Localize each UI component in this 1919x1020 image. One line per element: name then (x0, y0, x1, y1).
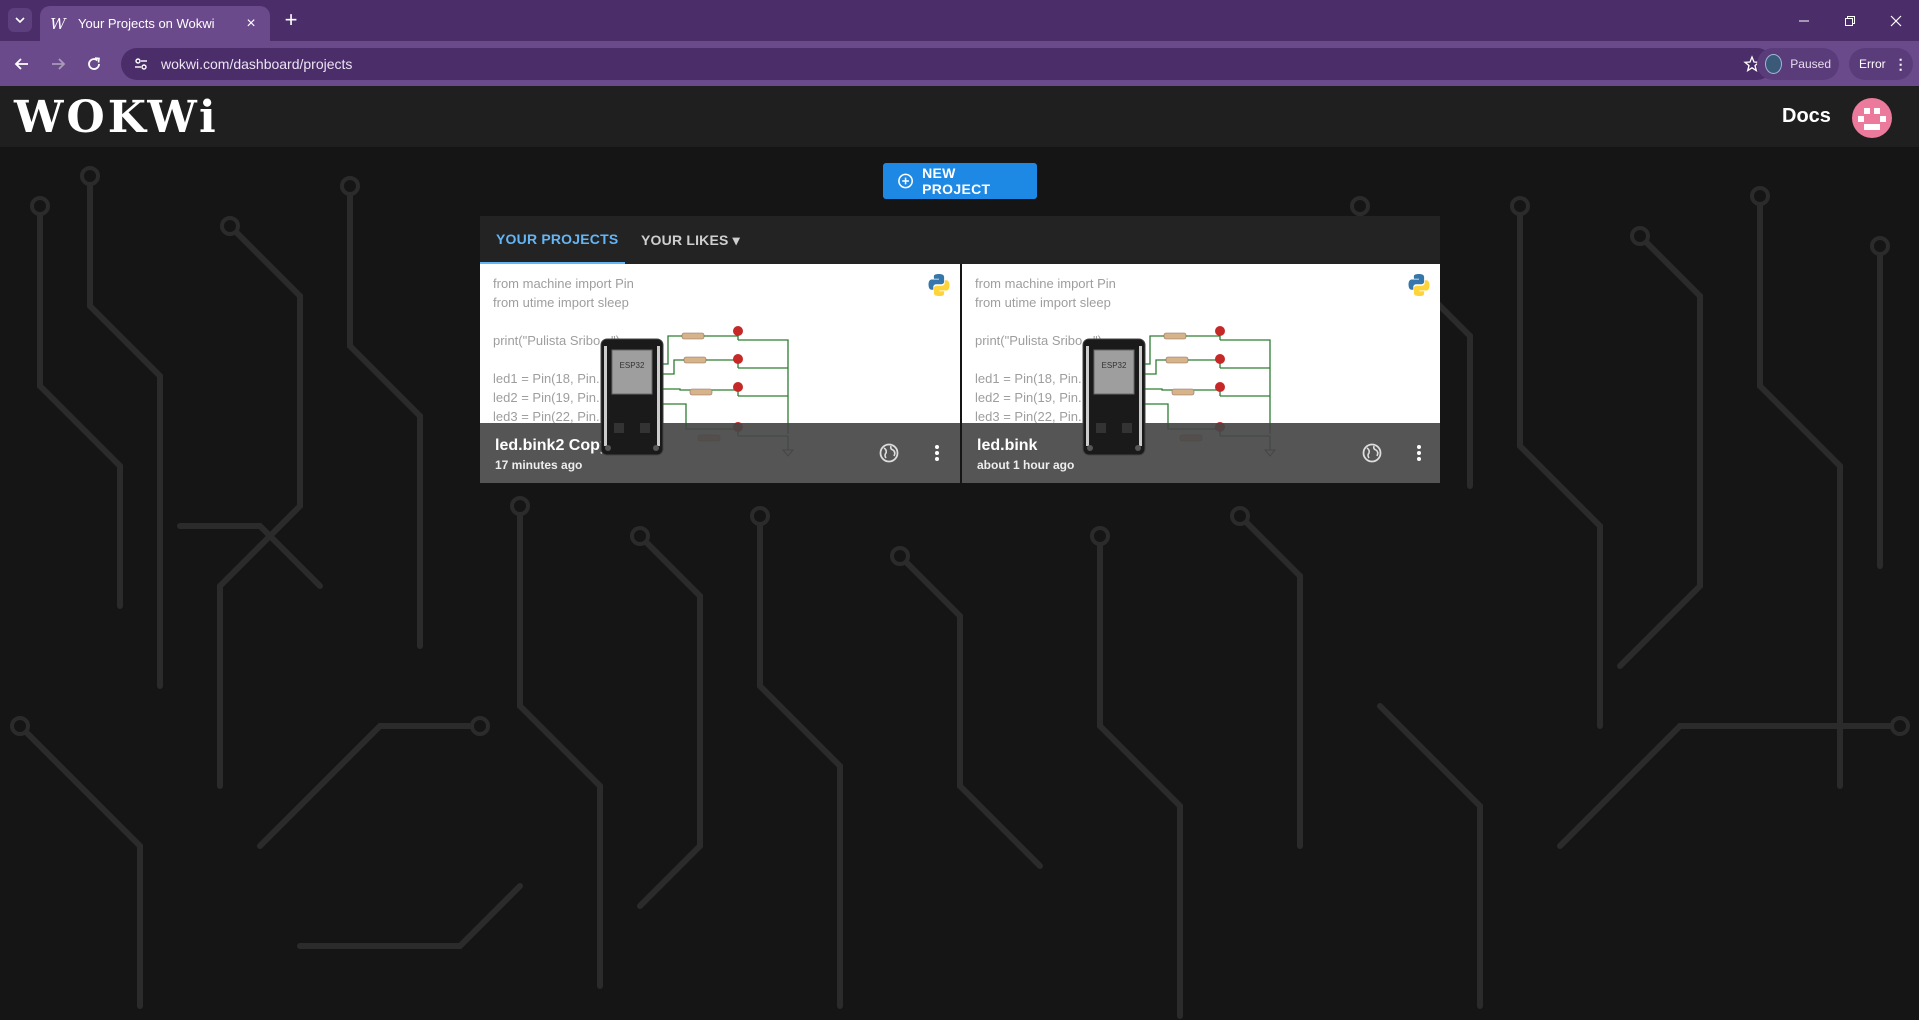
new-project-button[interactable]: NEW PROJECT (883, 163, 1037, 199)
globe-icon[interactable] (878, 442, 900, 464)
docs-link[interactable]: Docs (1782, 105, 1831, 128)
error-menu-button[interactable]: Error ⋮ (1849, 48, 1913, 80)
new-tab-button[interactable]: + (279, 8, 303, 32)
esp32-label: ESP32 (620, 361, 645, 370)
more-vert-icon: ⋮ (1893, 55, 1908, 72)
forward-button[interactable] (45, 51, 71, 77)
profile-status: Paused (1790, 57, 1831, 71)
project-updated-time: about 1 hour ago (977, 458, 1075, 472)
back-button[interactable] (9, 51, 35, 77)
address-bar[interactable]: wokwi.com/dashboard/projects (121, 48, 1773, 80)
project-title[interactable]: led.bink2 Copy (495, 437, 609, 455)
esp32-board-image: ESP32 (600, 338, 664, 456)
tab-your-projects[interactable]: YOUR PROJECTS (480, 216, 625, 264)
project-card[interactable]: from machine import Pin from utime impor… (962, 264, 1440, 483)
project-updated-time: 17 minutes ago (495, 458, 583, 472)
more-vert-icon[interactable] (926, 442, 948, 464)
esp32-label: ESP32 (1102, 361, 1127, 370)
browser-tab-strip: W Your Projects on Wokwi × + (0, 0, 1919, 41)
profile-button[interactable]: Paused (1757, 48, 1839, 80)
tab-title: Your Projects on Wokwi (78, 16, 215, 31)
chevron-down-icon (15, 17, 25, 24)
python-icon (1408, 274, 1430, 296)
site-header: WOKWi Docs (0, 86, 1919, 147)
card-footer: led.bink about 1 hour ago (962, 423, 1440, 483)
python-icon (928, 274, 950, 296)
esp32-board-image: ESP32 (1082, 338, 1146, 456)
user-avatar[interactable] (1852, 98, 1892, 138)
error-label: Error (1859, 57, 1886, 71)
new-project-label: NEW PROJECT (922, 165, 991, 197)
browser-tab[interactable]: W Your Projects on Wokwi × (40, 6, 270, 41)
close-window-button[interactable] (1873, 0, 1919, 41)
reload-icon (88, 57, 100, 70)
close-tab-icon[interactable]: × (242, 15, 260, 33)
page: WOKWi Docs NEW PROJECT YOUR PROJECTS YOU… (0, 86, 1919, 1020)
reload-button[interactable] (81, 51, 107, 77)
url-text: wokwi.com/dashboard/projects (161, 56, 353, 72)
user-avatar-icon (1858, 108, 1886, 130)
add-circle-icon (898, 173, 913, 189)
project-card[interactable]: from machine import Pin from utime impor… (480, 264, 960, 483)
project-title[interactable]: led.bink (977, 437, 1037, 455)
close-icon (1890, 15, 1902, 26)
browser-toolbar: wokwi.com/dashboard/projects Paused Erro… (0, 41, 1919, 86)
minimize-button[interactable] (1781, 0, 1827, 41)
arrow-left-icon (14, 58, 28, 70)
globe-icon[interactable] (1361, 442, 1383, 464)
tab-search-button[interactable] (8, 8, 32, 32)
restore-button[interactable] (1827, 0, 1873, 41)
project-tabs: YOUR PROJECTS YOUR LIKES ▾ (480, 216, 1440, 264)
more-vert-icon[interactable] (1408, 442, 1430, 464)
restore-icon (1845, 15, 1855, 26)
wokwi-favicon-icon: W (50, 14, 66, 33)
card-footer: led.bink2 Copy 17 minutes ago (480, 423, 960, 483)
minimize-icon (1799, 20, 1809, 21)
profile-avatar-icon (1765, 54, 1783, 74)
site-info-icon[interactable] (133, 56, 149, 72)
tab-your-likes[interactable]: YOUR LIKES ▾ (641, 216, 740, 264)
wokwi-logo[interactable]: WOKWi (14, 92, 219, 143)
arrow-right-icon (52, 58, 66, 70)
